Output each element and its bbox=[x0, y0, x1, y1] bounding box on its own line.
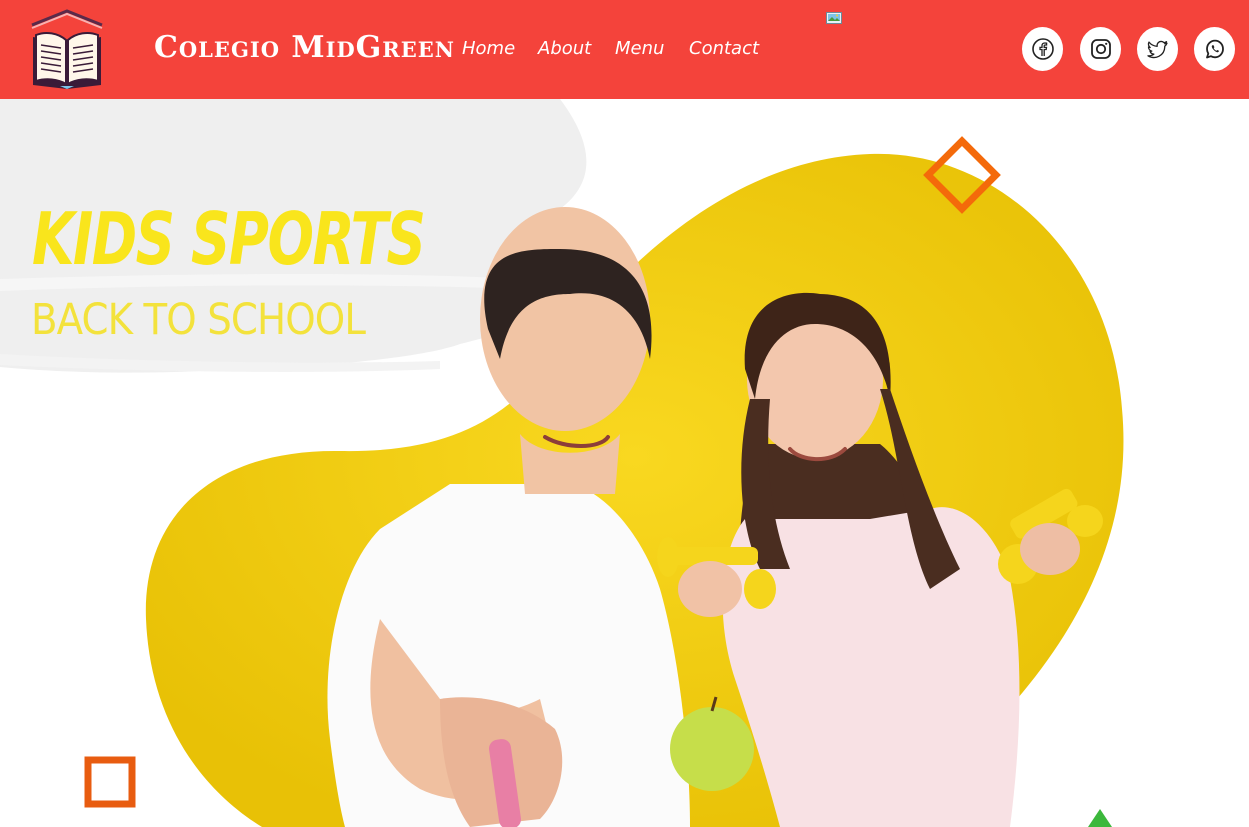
twitter-icon bbox=[1146, 40, 1168, 59]
instagram-link[interactable] bbox=[1080, 27, 1121, 71]
hero-section: KIDS SPORTS BACK TO SCHOOL bbox=[0, 99, 1249, 827]
facebook-icon bbox=[1031, 38, 1054, 60]
whatsapp-icon bbox=[1205, 39, 1224, 59]
hero-subheadline: BACK TO SCHOOL bbox=[31, 295, 366, 345]
nav-link-about[interactable]: About bbox=[538, 36, 591, 62]
nav-link-contact[interactable]: Contact bbox=[689, 36, 759, 62]
broken-image-icon bbox=[826, 9, 842, 24]
book-logo-icon[interactable] bbox=[30, 9, 104, 89]
twitter-link[interactable] bbox=[1137, 27, 1178, 71]
orange-square-outline bbox=[84, 756, 136, 808]
green-triangle bbox=[1088, 809, 1112, 827]
site-brand-name[interactable]: Colegio MidGreen bbox=[154, 28, 455, 68]
facebook-link[interactable] bbox=[1022, 27, 1063, 71]
instagram-icon bbox=[1090, 39, 1111, 59]
hero-headline: KIDS SPORTS bbox=[32, 197, 426, 281]
top-navbar: Colegio MidGreen Home About Menu Contact bbox=[0, 0, 1249, 99]
nav-link-menu[interactable]: Menu bbox=[615, 36, 664, 62]
nav-link-home[interactable]: Home bbox=[462, 36, 515, 62]
whatsapp-link[interactable] bbox=[1194, 27, 1235, 71]
